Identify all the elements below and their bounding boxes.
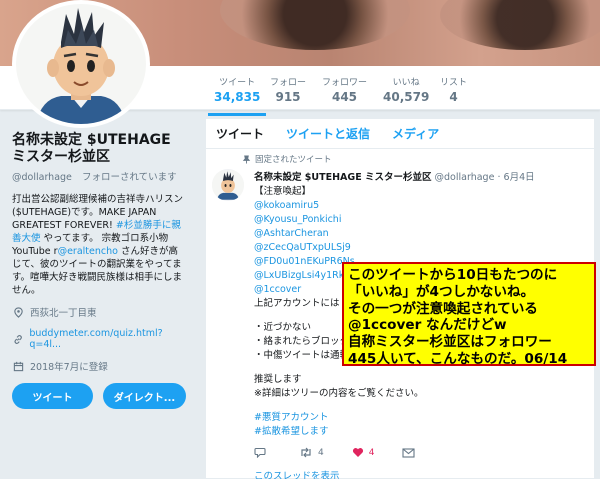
pin-icon xyxy=(242,154,251,164)
tweet-text-line: ※詳細はツリーの内容をご覧ください。 xyxy=(254,388,424,399)
overlay-line: 445人いて、こんなものだ。06/14 xyxy=(348,350,568,367)
follows-you-badge: フォローされています xyxy=(78,172,180,183)
tab-tweets[interactable]: ツイート xyxy=(216,125,264,142)
stat-followers-value: 445 xyxy=(331,90,358,104)
tweet-mention[interactable]: @AshtarCheran xyxy=(254,227,584,241)
location-pin-icon xyxy=(14,306,23,318)
tweet-mention[interactable]: @kokoamiru5 xyxy=(254,199,584,213)
stat-followers-label: フォロワー xyxy=(322,78,368,88)
timeline-tabs: ツイート ツイートと返信 メディア xyxy=(206,119,594,149)
profile-location: 西荻北一丁目東 xyxy=(12,305,186,319)
stat-following-label: フォロー xyxy=(270,78,307,88)
retweet-icon xyxy=(301,447,311,458)
tab-media[interactable]: メディア xyxy=(392,125,439,142)
tab-tweets-and-replies[interactable]: ツイートと返信 xyxy=(286,125,370,142)
calendar-icon xyxy=(13,361,24,371)
tweet-header: 名称未設定 $UTEHAGE ミスター杉並区 @dollarhage · 6月4… xyxy=(254,169,584,183)
overlay-line: このツイートから10日もたつのに xyxy=(348,267,558,283)
stat-tweets[interactable]: ツイート 34,835 xyxy=(207,75,267,116)
tweet-to-button[interactable]: ツイート xyxy=(12,383,94,409)
stat-likes[interactable]: いいね 40,579 xyxy=(383,75,429,104)
direct-message-button[interactable]: ダイレクト... xyxy=(103,383,186,409)
profile-handle: @dollarhage フォローされています xyxy=(12,169,186,183)
tweet-author-handle[interactable]: @dollarhage xyxy=(435,172,495,183)
profile-meta: 西荻北一丁目東 buddymeter.com/quiz.html?q=4l...… xyxy=(12,305,186,373)
heart-icon xyxy=(352,448,363,457)
header-photo-eye-left xyxy=(220,0,410,50)
tweet-mention[interactable]: @zCecQaUTxpULSj9 xyxy=(254,241,584,255)
profile-website[interactable]: buddymeter.com/quiz.html?q=4l... xyxy=(12,328,186,350)
stat-lists-value: 4 xyxy=(449,90,458,104)
stat-tweets-value: 34,835 xyxy=(214,90,261,104)
overlay-line: その一つが注意喚起されている xyxy=(348,300,538,317)
dm-share-button[interactable] xyxy=(402,447,420,458)
header-photo-eye-right xyxy=(440,0,600,50)
tweet-spacer xyxy=(254,401,584,411)
reply-icon xyxy=(254,447,266,458)
profile-joined: 2018年7月に登録 xyxy=(12,359,186,373)
pinned-text: 固定されたツイート xyxy=(255,155,332,165)
stat-followers[interactable]: フォロワー 445 xyxy=(322,75,367,104)
stat-lists[interactable]: リスト 4 xyxy=(440,75,467,104)
profile-avatar[interactable] xyxy=(12,0,150,128)
stat-likes-value: 40,579 xyxy=(383,90,430,104)
like-count: 4 xyxy=(368,447,375,458)
pinned-label: 固定されたツイート xyxy=(242,153,584,165)
tweet-avatar[interactable] xyxy=(212,169,244,201)
link-icon xyxy=(14,334,22,344)
tweet-hashtag[interactable]: #悪質アカウント xyxy=(254,411,584,425)
profile-handle-text[interactable]: @dollarhage xyxy=(12,172,72,183)
envelope-icon xyxy=(402,447,416,458)
overlay-line: 自称ミスター杉並区はフォロワー xyxy=(348,334,552,351)
joined-text: 2018年7月に登録 xyxy=(30,362,108,373)
like-button[interactable]: 4 xyxy=(352,447,375,458)
stat-following-value: 915 xyxy=(275,90,301,104)
tweet-hashtag[interactable]: #拡散希望します xyxy=(254,425,584,439)
overlay-line: 「いいね」が4つしかないね。 xyxy=(348,283,535,300)
show-thread-link[interactable]: このスレッドを表示 xyxy=(254,468,584,479)
overlay-line: @1ccover なんだけどw xyxy=(348,317,507,334)
tweet-date[interactable]: 6月4日 xyxy=(504,172,535,183)
stat-likes-label: いいね xyxy=(392,78,420,88)
stat-following[interactable]: フォロー 915 xyxy=(270,75,306,104)
cartoon-avatar-icon xyxy=(16,4,146,124)
profile-sidebar: 名称未設定 $UTEHAGE ミスター杉並区 @dollarhage フォローさ… xyxy=(0,110,198,479)
stat-tweets-label: ツイート xyxy=(219,78,256,88)
retweet-count: 4 xyxy=(318,447,324,458)
profile-name: 名称未設定 $UTEHAGE ミスター杉並区 xyxy=(12,132,171,165)
bio-mention-link[interactable]: @eraltencho xyxy=(58,246,118,257)
tweet-separator: · xyxy=(497,172,501,183)
website-link[interactable]: buddymeter.com/quiz.html?q=4l... xyxy=(29,328,186,350)
profile-bio: 打出営公認副総理候補の吉祥寺ハリスン($UTEHAGE)です。MAKE JAPA… xyxy=(12,193,186,297)
reply-button[interactable] xyxy=(254,447,271,458)
tweet-mention[interactable]: @Kyousu_Ponkichi xyxy=(254,213,584,227)
profile-action-buttons: ツイート ダイレクト... xyxy=(12,383,186,409)
tweet-text-line: 推奨します xyxy=(254,374,302,385)
retweet-button[interactable]: 4 xyxy=(299,447,324,458)
location-text: 西荻北一丁目東 xyxy=(30,308,97,319)
stat-lists-label: リスト xyxy=(440,78,468,88)
cartoon-avatar-icon xyxy=(212,170,244,200)
annotation-overlay: このツイートから10日もたつのに 「いいね」が4つしかないね。 その一つが注意喚… xyxy=(342,262,596,367)
tweet-actions: 4 4 xyxy=(254,447,584,458)
tweet-author-name[interactable]: 名称未設定 $UTEHAGE ミスター杉並区 xyxy=(254,172,432,183)
tweet-title: 【注意喚起】 xyxy=(254,186,312,197)
